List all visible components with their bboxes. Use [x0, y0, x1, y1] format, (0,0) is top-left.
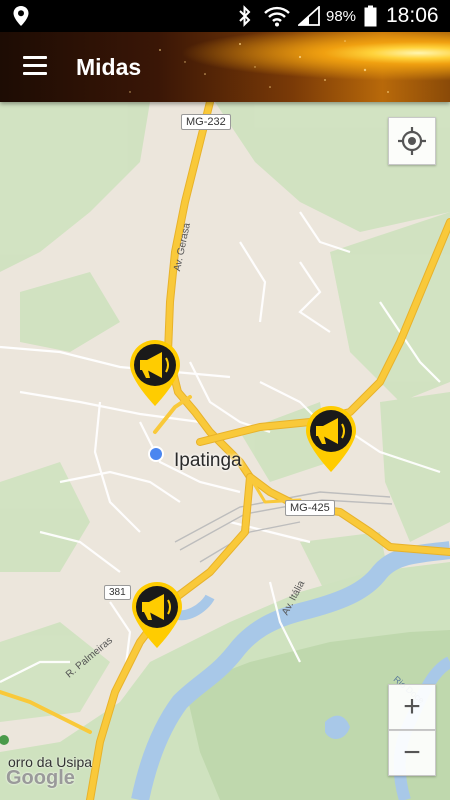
google-attribution-logo: Google — [6, 767, 75, 789]
megaphone-marker-3[interactable] — [130, 580, 184, 650]
zoom-in-button[interactable]: + — [388, 684, 436, 730]
megaphone-marker-1[interactable] — [128, 338, 182, 408]
hamburger-menu-icon[interactable] — [14, 50, 54, 84]
app-bar: Midas — [0, 32, 450, 102]
current-location-dot — [150, 448, 162, 460]
bluetooth-icon — [238, 0, 252, 32]
megaphone-icon — [306, 406, 356, 472]
starfield-decoration — [129, 40, 389, 93]
city-label: Ipatinga — [174, 450, 242, 471]
wifi-icon — [264, 0, 290, 32]
battery-percent: 98% — [326, 7, 357, 25]
cell-signal-icon — [298, 0, 320, 32]
megaphone-marker-2[interactable] — [304, 404, 358, 474]
status-bar: 98% 18:06 — [0, 0, 450, 32]
crosshair-location-icon — [398, 127, 426, 155]
megaphone-icon — [132, 582, 182, 648]
clock: 18:06 — [386, 4, 439, 27]
road-label-mg232: MG-232 — [181, 114, 231, 130]
road-label-mg425: MG-425 — [285, 500, 335, 516]
battery-icon — [364, 0, 377, 32]
app-title: Midas — [76, 54, 142, 80]
megaphone-icon — [130, 340, 180, 406]
road-label-br381: 381 — [104, 585, 131, 600]
location-pin-icon — [12, 0, 30, 32]
my-location-button[interactable] — [388, 117, 436, 165]
map-view[interactable]: MG-232 MG-425 381 Ipatinga Av. Gerasa Av… — [0, 102, 450, 800]
zoom-out-button[interactable]: − — [388, 730, 436, 776]
